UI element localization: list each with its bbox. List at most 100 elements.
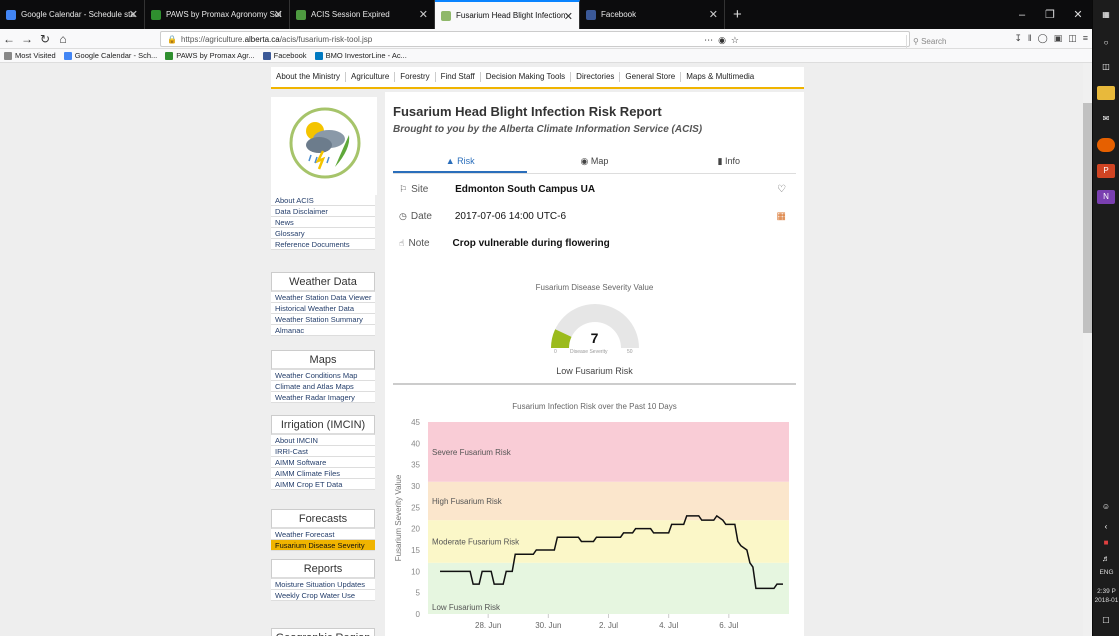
scrollbar-thumb[interactable]	[1083, 103, 1092, 333]
home-icon[interactable]: ⌂	[54, 32, 72, 46]
downloads-icon[interactable]: ↧	[1014, 33, 1022, 44]
forward-icon[interactable]: →	[18, 32, 36, 46]
globe-icon: ◉	[580, 156, 589, 166]
menu-item[interactable]: Agriculture	[346, 72, 396, 82]
sidebar-link[interactable]: AIMM Crop ET Data	[271, 479, 375, 490]
calendar-icon[interactable]: ▦	[777, 211, 786, 222]
sidebar-link[interactable]: Weather Conditions Map	[271, 370, 375, 381]
menu-item[interactable]: Decision Making Tools	[481, 72, 572, 82]
windows-start-icon[interactable]: ▦	[1097, 8, 1115, 22]
browser-tab[interactable]: ACIS Session Expired ✕	[290, 0, 435, 29]
sidebar-link[interactable]: Climate and Atlas Maps	[271, 381, 375, 392]
minimize-icon[interactable]: –	[1008, 9, 1036, 21]
url-prefix: https://agriculture.	[180, 34, 245, 44]
sidebar-link[interactable]: AIMM Software	[271, 457, 375, 468]
sidebar-link[interactable]: Weather Station Data Viewer	[271, 292, 375, 303]
page-scrollbar[interactable]	[1083, 63, 1092, 636]
library-icon[interactable]: ‖	[1028, 33, 1032, 44]
url-host: alberta.ca	[244, 34, 280, 44]
bookmark-item[interactable]: BMO InvestorLine - Ac...	[314, 51, 407, 60]
cortana-icon[interactable]: ○	[1097, 36, 1115, 50]
date-value[interactable]: 2017-07-06 14:00 UTC-6	[455, 211, 566, 222]
shield-icon[interactable]: ◯	[1038, 33, 1048, 44]
close-window-icon[interactable]: ✕	[1064, 8, 1092, 21]
close-tab-icon[interactable]: ✕	[564, 10, 573, 23]
sidebar-link[interactable]: Historical Weather Data	[271, 303, 375, 314]
extension-icon[interactable]: ▣	[1054, 33, 1063, 44]
close-tab-icon[interactable]: ✕	[129, 8, 138, 21]
sidebar-link[interactable]: News	[271, 217, 375, 228]
toolbar-icons: ↧ ‖ ◯ ▣ ◫ ≡	[1014, 33, 1088, 44]
reload-icon[interactable]: ↻	[36, 32, 54, 46]
sidebar-link[interactable]: Weekly Crop Water Use	[271, 590, 375, 601]
tab-map[interactable]: ◉ Map	[527, 156, 661, 173]
volume-icon[interactable]: ♬	[1097, 552, 1115, 566]
heart-icon[interactable]: ♡	[777, 184, 786, 195]
maximize-icon[interactable]: ❐	[1036, 8, 1064, 21]
new-tab-button[interactable]: +	[733, 6, 742, 23]
y-tick-label: 35	[411, 461, 420, 470]
bookmark-item[interactable]: Most Visited	[4, 51, 56, 60]
sidebar-link[interactable]: Moisture Situation Updates	[271, 579, 375, 590]
url-bar[interactable]: 🔒 https://agriculture. alberta.ca/acis/fu…	[160, 31, 946, 48]
onenote-icon[interactable]: N	[1097, 190, 1115, 204]
bookmark-item[interactable]: Google Calendar - Sch...	[63, 51, 157, 60]
tab-title: Fusarium Head Blight Infection	[456, 11, 566, 20]
people-icon[interactable]: ☺	[1097, 500, 1115, 514]
tab-title: ACIS Session Expired	[311, 10, 390, 19]
menu-item[interactable]: Directories	[571, 72, 621, 82]
sidebar-link[interactable]: Weather Radar Imagery	[271, 392, 375, 403]
site-value[interactable]: Edmonton South Campus UA	[455, 184, 595, 195]
tab-info[interactable]: ▮ Info	[662, 156, 796, 173]
task-view-icon[interactable]: ◫	[1097, 60, 1115, 74]
bookmark-icon	[4, 51, 12, 60]
language-indicator[interactable]: ENG	[1094, 569, 1119, 576]
sidebar-link[interactable]: Fusarium Disease Severity	[271, 540, 375, 551]
more-icon[interactable]: ⋯	[704, 35, 713, 46]
close-tab-icon[interactable]: ✕	[274, 8, 283, 21]
close-tab-icon[interactable]: ✕	[419, 8, 428, 21]
menu-item[interactable]: General Store	[620, 72, 682, 82]
menu-item[interactable]: Find Staff	[436, 72, 481, 82]
menu-item[interactable]: About the Ministry	[271, 72, 347, 82]
clock-date[interactable]: 2018-01	[1094, 597, 1119, 604]
sidebar-link[interactable]: About ACIS	[271, 195, 375, 206]
sidebar-link[interactable]: AIMM Climate Files	[271, 468, 375, 479]
browser-tab[interactable]: Fusarium Head Blight Infection ✕	[435, 0, 580, 29]
action-center-icon[interactable]: ☐	[1097, 614, 1115, 628]
firefox-icon[interactable]	[1097, 138, 1115, 152]
sidebar-link[interactable]: Almanac	[271, 325, 375, 336]
gauge-risk-label: Low Fusarium Risk	[556, 366, 633, 376]
sidebar-link[interactable]: Glossary	[271, 228, 375, 239]
star-icon[interactable]: ☆	[731, 35, 739, 46]
sidebar-link[interactable]: Reference Documents	[271, 239, 375, 250]
gauge-max: 50	[627, 349, 633, 355]
sidebar-link[interactable]: Weather Forecast	[271, 529, 375, 540]
back-icon[interactable]: ←	[0, 32, 18, 46]
sidebar-link[interactable]: Data Disclaimer	[271, 206, 375, 217]
bookmark-item[interactable]: PAWS by Promax Agr...	[165, 51, 255, 60]
close-tab-icon[interactable]: ✕	[709, 8, 718, 21]
tab-risk[interactable]: ▲ Risk	[393, 156, 528, 173]
menu-item[interactable]: Maps & Multimedia	[681, 72, 759, 82]
mcafee-icon[interactable]: ■	[1097, 536, 1115, 550]
file-explorer-icon[interactable]	[1097, 86, 1115, 100]
risk-band-label: Low Fusarium Risk	[432, 603, 501, 612]
chevron-up-icon[interactable]: ‹	[1097, 520, 1115, 534]
sidebar-link[interactable]: IRRI-Cast	[271, 446, 375, 457]
browser-tab[interactable]: PAWS by Promax Agronomy Sol ✕	[145, 0, 290, 29]
powerpoint-icon[interactable]: P	[1097, 164, 1115, 178]
sidebar-link[interactable]: Weather Station Summary	[271, 314, 375, 325]
mail-icon[interactable]: ✉	[1097, 112, 1115, 126]
sidebar-icon[interactable]: ◫	[1068, 33, 1077, 44]
browser-tab[interactable]: Facebook ✕	[580, 0, 725, 29]
sidebar-link[interactable]: About IMCIN	[271, 435, 375, 446]
clock-time[interactable]: 2:39 P	[1094, 588, 1119, 595]
site-label: Site	[411, 184, 429, 195]
menu-icon[interactable]: ≡	[1083, 33, 1088, 44]
menu-item[interactable]: Forestry	[395, 72, 436, 82]
pocket-icon[interactable]: ◉	[718, 35, 726, 46]
bookmark-item[interactable]: Facebook	[262, 51, 307, 60]
windows-taskbar: ▦ ○ ◫ ✉ P N ☺ ‹ ■ ♬ ENG 2:39 P 2018-01 ☐	[1092, 0, 1119, 636]
browser-tab[interactable]: Google Calendar - Schedule sta ✕	[0, 0, 145, 29]
